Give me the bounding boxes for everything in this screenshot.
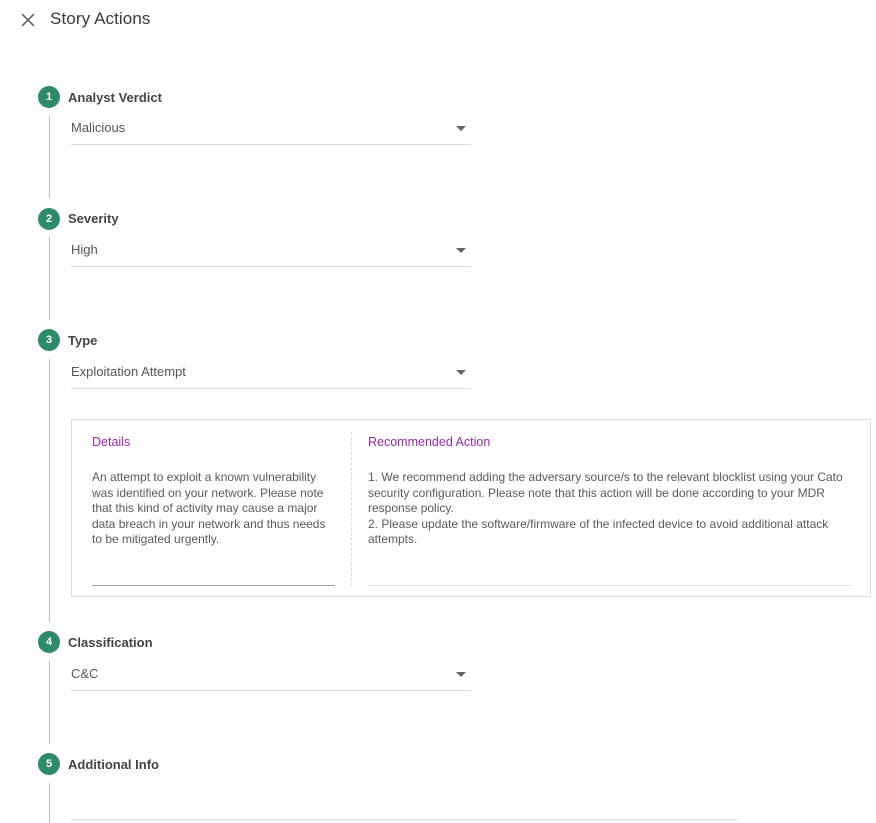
recommended-action-line-1: 1. We recommend adding the adversary sou…	[368, 470, 843, 516]
stepper-line	[49, 237, 50, 320]
step-label-classification: Classification	[68, 635, 153, 650]
additional-info-underline	[71, 819, 738, 820]
step-number-3: 3	[38, 329, 60, 351]
step-number-1: 1	[38, 86, 60, 108]
type-info-panel: Details An attempt to exploit a known vu…	[71, 419, 871, 597]
details-text: An attempt to exploit a known vulnerabil…	[92, 470, 326, 547]
page-title: Story Actions	[50, 9, 151, 28]
dropdown-arrow-icon	[456, 126, 466, 131]
dropdown-arrow-icon	[456, 672, 466, 677]
stepper-line	[49, 661, 50, 744]
additional-info-input[interactable]	[71, 790, 742, 820]
severity-select[interactable]: High	[71, 236, 471, 267]
classification-select[interactable]: C&C	[71, 660, 471, 691]
step-number-2: 2	[38, 208, 60, 230]
analyst-verdict-select[interactable]: Malicious	[71, 114, 471, 145]
details-column: Details An attempt to exploit a known vu…	[92, 420, 335, 596]
select-value: C&C	[71, 666, 99, 681]
recommended-action-line-2: 2. Please update the software/firmware o…	[368, 516, 829, 547]
dropdown-arrow-icon	[456, 370, 466, 375]
recommended-action-underline	[368, 585, 852, 586]
select-value: High	[71, 242, 98, 257]
step-label-type: Type	[68, 333, 98, 348]
dropdown-arrow-icon	[456, 248, 466, 253]
details-underline	[92, 585, 335, 586]
step-number-5: 5	[38, 753, 60, 775]
select-value: Exploitation Attempt	[71, 364, 186, 379]
close-icon[interactable]	[19, 11, 37, 29]
step-label-severity: Severity	[68, 211, 119, 226]
type-select[interactable]: Exploitation Attempt	[71, 358, 471, 389]
details-heading: Details	[92, 435, 131, 449]
step-label-analyst-verdict: Analyst Verdict	[68, 90, 162, 105]
stepper-line	[49, 359, 50, 622]
recommended-action-heading: Recommended Action	[368, 435, 491, 449]
stepper-line	[49, 116, 50, 198]
header: Story Actions	[0, 0, 876, 40]
stepper-line	[49, 783, 50, 823]
step-number-4: 4	[38, 631, 60, 653]
close-button[interactable]	[19, 11, 37, 29]
recommended-action-column: Recommended Action 1. We recommend addin…	[368, 420, 852, 596]
step-label-additional-info: Additional Info	[68, 757, 159, 772]
recommended-action-text: 1. We recommend adding the adversary sou…	[368, 470, 852, 548]
panel-divider	[351, 432, 352, 586]
select-value: Malicious	[71, 120, 126, 135]
